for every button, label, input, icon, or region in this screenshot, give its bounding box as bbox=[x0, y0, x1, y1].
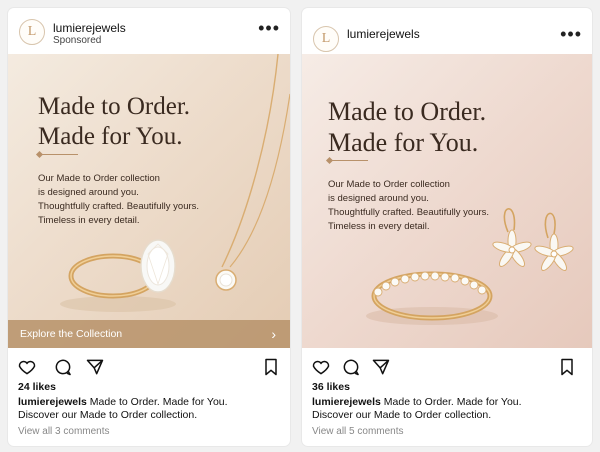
caption-text: Made to Order. Made for You. bbox=[89, 396, 228, 408]
comment-icon[interactable] bbox=[52, 356, 74, 378]
avatar-letter: L bbox=[321, 31, 331, 46]
post-caption: lumierejewels Made to Order. Made for Yo… bbox=[18, 396, 228, 422]
username-link[interactable]: lumierejewels bbox=[53, 21, 126, 35]
post-caption: lumierejewels Made to Order. Made for Yo… bbox=[312, 396, 522, 422]
post-header: L lumierejewels ••• bbox=[302, 8, 592, 54]
explore-collection-button[interactable]: Explore the Collection › bbox=[8, 320, 290, 348]
profile-avatar[interactable]: L bbox=[313, 26, 339, 52]
comment-icon[interactable] bbox=[340, 356, 362, 378]
heart-icon[interactable] bbox=[16, 356, 38, 378]
post-image[interactable]: Made to Order. Made for You. Our Made to… bbox=[8, 54, 290, 348]
heart-icon[interactable] bbox=[310, 356, 332, 378]
share-icon[interactable] bbox=[370, 356, 392, 378]
jewelry-photo bbox=[60, 54, 290, 312]
likes-count[interactable]: 24 likes bbox=[18, 381, 56, 393]
caption-text: Made to Order. Made for You. bbox=[383, 396, 522, 408]
post-image[interactable]: Made to Order. Made for You. Our Made to… bbox=[302, 54, 592, 348]
view-comments-link[interactable]: View all 5 comments bbox=[312, 426, 404, 437]
chevron-right-icon: › bbox=[271, 326, 276, 342]
cta-label: Explore the Collection bbox=[20, 328, 123, 340]
profile-avatar[interactable]: L bbox=[19, 19, 45, 45]
action-bar bbox=[8, 356, 290, 380]
jewelry-photo bbox=[366, 208, 574, 325]
post-card: L lumierejewels Sponsored ••• Made to Or… bbox=[8, 8, 290, 446]
bookmark-icon[interactable] bbox=[260, 356, 282, 378]
avatar-letter: L bbox=[27, 24, 37, 39]
sponsored-label: Sponsored bbox=[53, 35, 102, 46]
username-link[interactable]: lumierejewels bbox=[347, 27, 420, 41]
action-bar bbox=[302, 356, 592, 380]
share-icon[interactable] bbox=[84, 356, 106, 378]
caption-text: Discover our Made to Order collection. bbox=[18, 409, 198, 421]
view-comments-link[interactable]: View all 3 comments bbox=[18, 426, 110, 437]
more-icon[interactable]: ••• bbox=[258, 19, 280, 37]
post-card: L lumierejewels ••• Made to Order. Made … bbox=[302, 8, 592, 446]
more-icon[interactable]: ••• bbox=[560, 25, 582, 43]
caption-text: Discover our Made to Order collection. bbox=[312, 409, 492, 421]
likes-count[interactable]: 36 likes bbox=[312, 381, 350, 393]
post-header: L lumierejewels Sponsored ••• bbox=[8, 8, 290, 54]
caption-username[interactable]: lumierejewels bbox=[312, 396, 381, 408]
caption-username[interactable]: lumierejewels bbox=[18, 396, 87, 408]
bookmark-icon[interactable] bbox=[556, 356, 578, 378]
